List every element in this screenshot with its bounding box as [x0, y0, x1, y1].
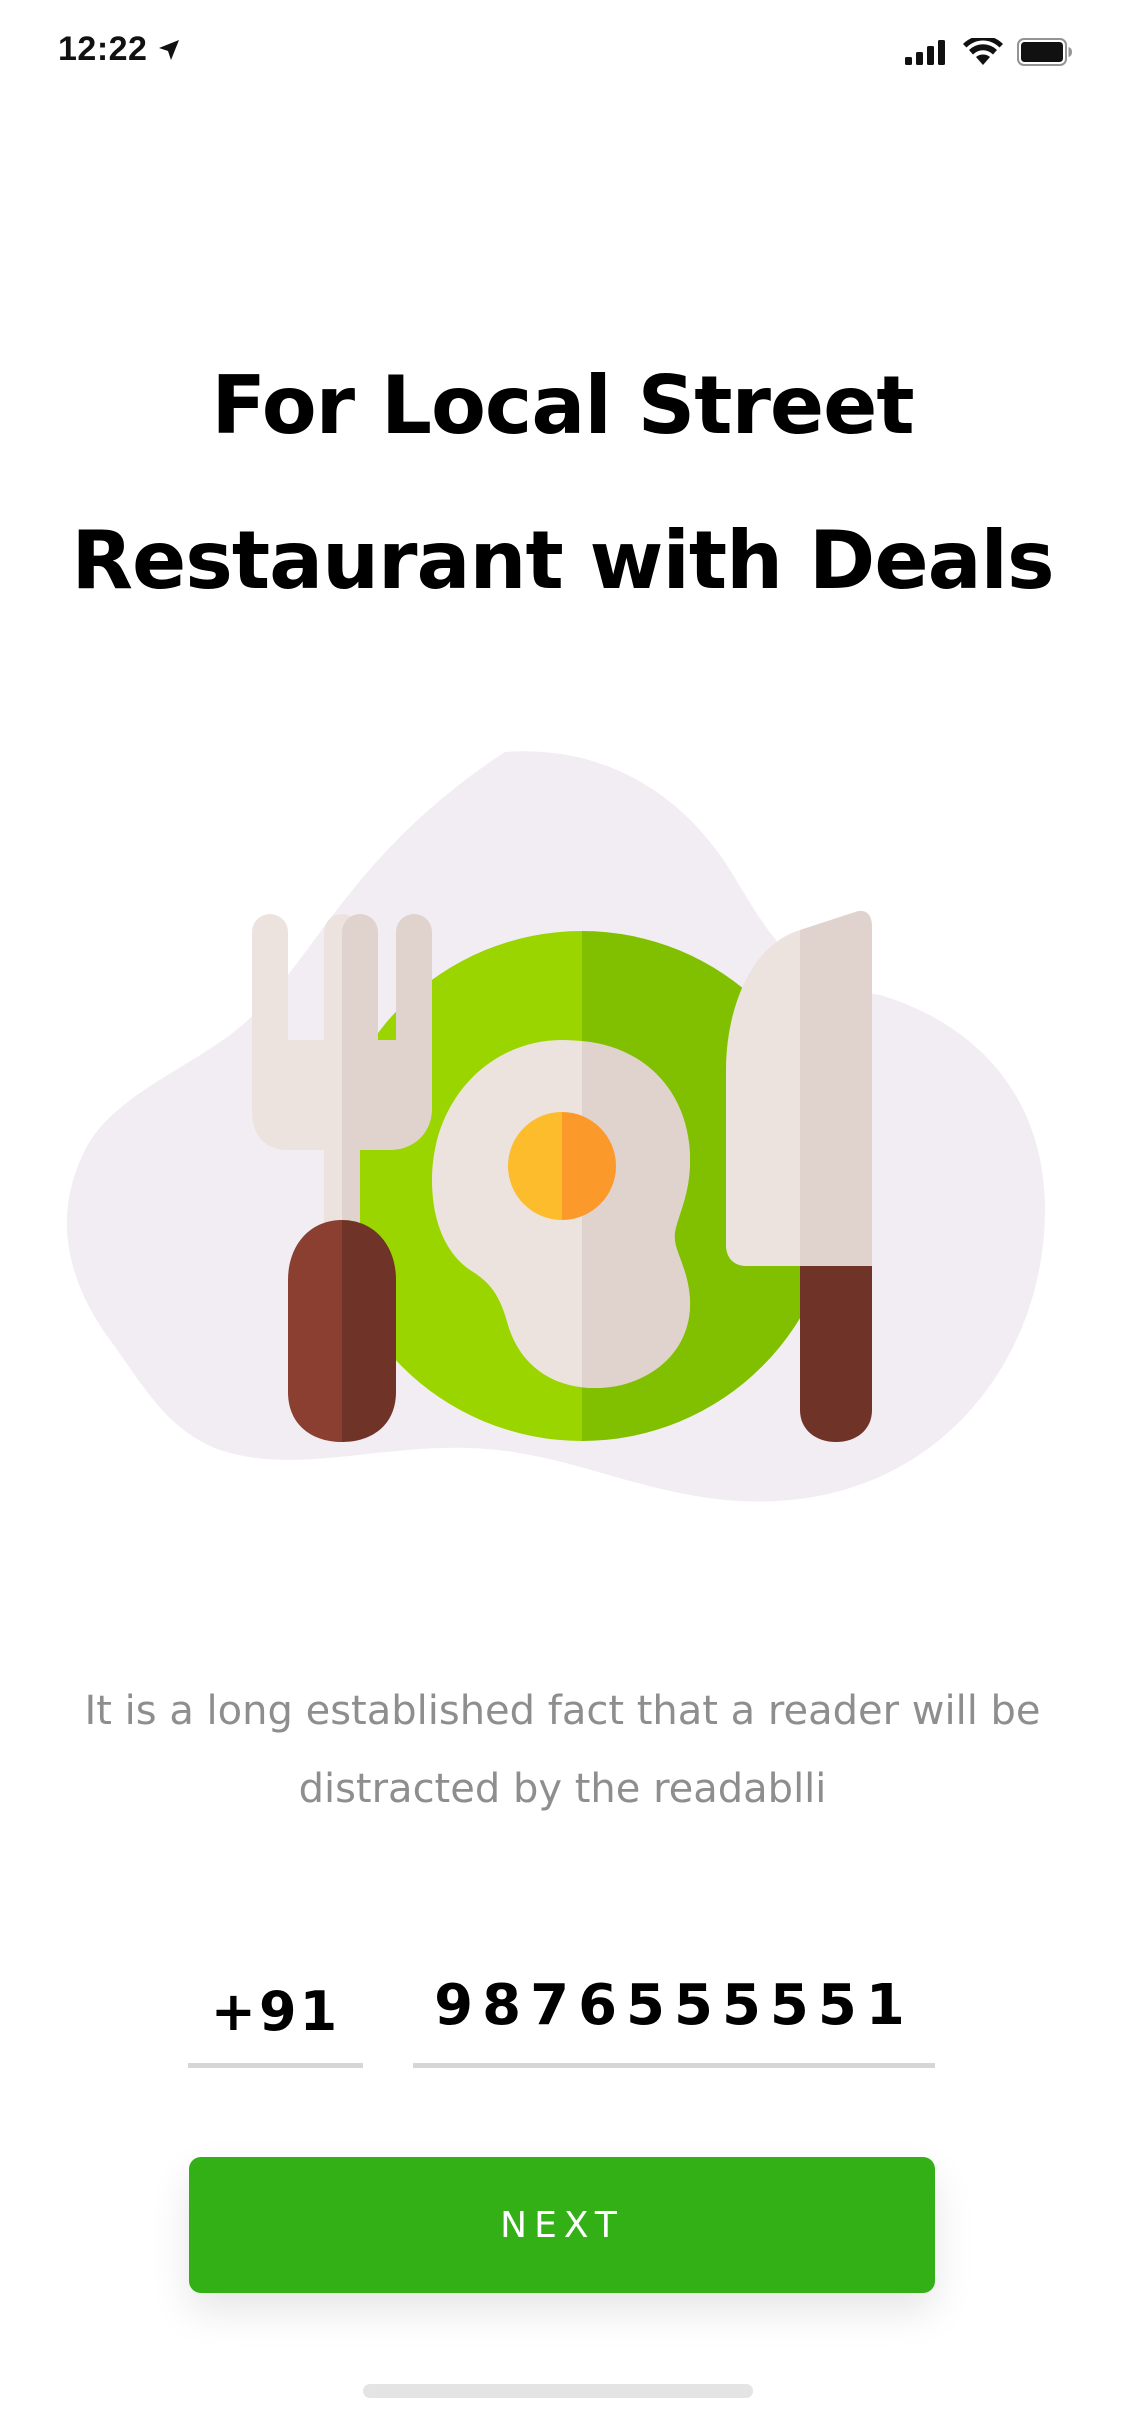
page-title-line-1: For Local Street [211, 359, 914, 452]
cellular-signal-icon [905, 40, 945, 65]
status-time: 12:22 [58, 30, 148, 68]
country-code-field[interactable]: +91 [188, 1960, 363, 2068]
wifi-icon [963, 38, 1003, 65]
page-title-line-2: Restaurant with Deals [71, 514, 1054, 607]
location-arrow-icon [159, 39, 180, 60]
plate-fork-knife-egg-icon [66, 751, 1045, 1502]
status-bar: 12:22 [0, 0, 1125, 110]
next-button[interactable]: NEXT [189, 2157, 935, 2293]
status-time-group: 12:22 [58, 30, 181, 69]
description-text: It is a long established fact that a rea… [84, 1688, 1041, 1812]
home-indicator[interactable] [363, 2384, 753, 2398]
page-title: For Local Street Restaurant with Deals [0, 328, 1125, 638]
status-icons [905, 38, 1073, 66]
food-illustration [0, 740, 1125, 1560]
battery-icon [1017, 38, 1072, 66]
phone-number-input[interactable]: 9876555551 [413, 1955, 935, 2068]
